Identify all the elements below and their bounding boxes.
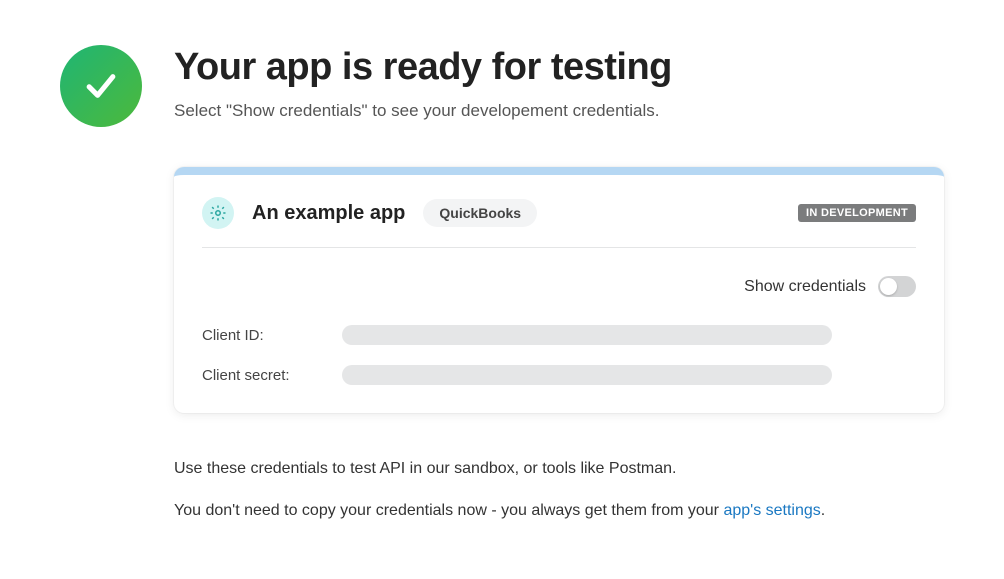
footer-line-1: Use these credentials to test API in our… (174, 457, 944, 481)
client-id-value-hidden (342, 325, 832, 345)
show-credentials-toggle[interactable] (878, 276, 916, 297)
app-name: An example app (252, 202, 405, 225)
status-badge: IN DEVELOPMENT (798, 204, 916, 222)
client-secret-label: Client secret: (202, 367, 322, 384)
client-id-label: Client ID: (202, 327, 322, 344)
client-id-row: Client ID: (174, 315, 944, 355)
client-secret-row: Client secret: (174, 355, 944, 413)
app-settings-link[interactable]: app's settings (723, 502, 820, 519)
page-subtitle: Select "Show credentials" to see your de… (174, 101, 944, 121)
credentials-card: An example app QuickBooks IN DEVELOPMENT… (174, 167, 944, 413)
success-check-icon (60, 45, 142, 127)
footer-line-2: You don't need to copy your credentials … (174, 499, 944, 523)
client-secret-value-hidden (342, 365, 832, 385)
page-title: Your app is ready for testing (174, 45, 944, 91)
show-credentials-label: Show credentials (744, 278, 866, 296)
app-platform-tag: QuickBooks (423, 199, 537, 227)
app-icon (202, 197, 234, 229)
